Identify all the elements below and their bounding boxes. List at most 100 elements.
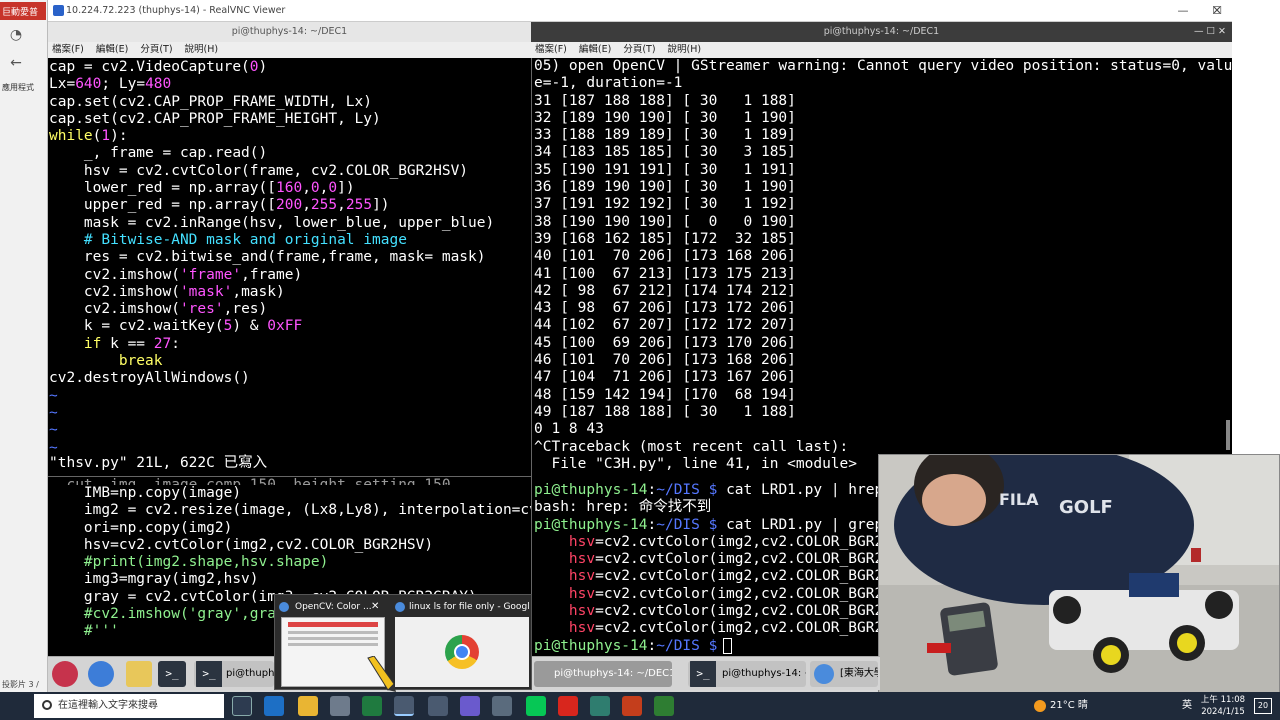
code-token: hsv xyxy=(534,551,596,568)
menu-item[interactable]: 檔案(F) xyxy=(535,44,567,55)
taskbar-terminal-1-label: pi@thuphys xyxy=(226,668,274,679)
taskbar-terminal-3[interactable]: >_ pi@thuphys-14: ~/ xyxy=(688,661,806,687)
code-line: hsv=cv2.cvtColor(img2,cv2.COLOR_BGR2 xyxy=(534,568,879,585)
code-token: _, frame = cap.read() xyxy=(49,145,268,162)
raspberry-menu-icon[interactable] xyxy=(52,661,78,687)
terminal-icon[interactable]: >_ xyxy=(158,661,186,687)
code-line: IMB=np.copy(image) xyxy=(49,485,531,502)
task-view-icon[interactable] xyxy=(232,696,252,716)
left-terminal-title: pi@thuphys-14: ~/DEC1 xyxy=(48,22,531,42)
output-line: 41 [100 67 213] [173 175 213] xyxy=(534,265,796,282)
code-token: ): xyxy=(110,128,128,145)
weather-text[interactable]: 21°C 晴 xyxy=(1050,692,1088,720)
close-button[interactable]: ✕ xyxy=(1200,0,1234,22)
code-line: cap = cv2.VideoCapture(0) xyxy=(49,59,531,76)
vim-status-line: "thsv.py" 21L, 622C 已寫入 xyxy=(49,455,268,471)
code-token: ~ xyxy=(49,422,58,439)
right-terminal-controls[interactable]: — ☐ ✕ xyxy=(1194,22,1226,42)
app-icon-2[interactable] xyxy=(460,696,480,716)
output-line: 33 [188 189 189] [ 30 1 189] xyxy=(534,127,796,144)
pencil-cursor-icon xyxy=(366,655,396,692)
code-line: hsv=cv2.cvtColor(img2,cv2.COLOR_BGR2 xyxy=(534,620,879,637)
code-token: ,frame) xyxy=(241,266,303,283)
menu-item[interactable]: 分頁(T) xyxy=(140,44,172,55)
windows-search-box[interactable]: 在這裡輸入文字來搜尋 xyxy=(34,694,224,718)
menu-item[interactable]: 分頁(T) xyxy=(623,44,655,55)
code-line: img2 = cv2.resize(image, (Lx8,Ly8), inte… xyxy=(49,502,531,519)
code-token: cv2.imshow( xyxy=(49,266,180,283)
taskbar-browser[interactable]: [東海大學 xyxy=(810,661,878,687)
code-token: hsv = cv2.cvtColor(frame, cv2.COLOR_BGR2… xyxy=(49,162,469,179)
code-token: =cv2.cvtColor(img2,cv2.COLOR_BGR2 xyxy=(595,603,879,620)
powerpoint-icon[interactable] xyxy=(622,696,642,716)
minimize-button[interactable]: — xyxy=(1166,0,1200,22)
output-line: 42 [ 98 67 212] [174 174 212] xyxy=(534,282,796,299)
excel-icon[interactable] xyxy=(362,696,382,716)
history-icon[interactable]: ◔ xyxy=(6,27,26,45)
clock[interactable]: 上午 11:08 2024/1/15 xyxy=(1200,694,1246,718)
code-line: hsv=cv2.cvtColor(img2,cv2.COLOR_BGR2 xyxy=(534,586,879,603)
code-line: hsv=cv2.cvtColor(img2,cv2.COLOR_BGR2 xyxy=(534,534,879,551)
code-token: cv2.destroyAllWindows() xyxy=(49,370,250,387)
chrome-2-taskbar-icon[interactable] xyxy=(428,696,448,716)
outlook-icon[interactable] xyxy=(264,696,284,716)
code-line: pi@thuphys-14:~/DIS $ xyxy=(534,638,879,655)
globe-icon[interactable] xyxy=(88,661,114,687)
vnc-title: 10.224.72.223 (thuphys-14) - RealVNC Vie… xyxy=(66,5,286,16)
code-token: ~ xyxy=(49,387,58,404)
ime-indicator[interactable]: 英 xyxy=(1182,692,1192,720)
code-line: hsv = cv2.cvtColor(frame, cv2.COLOR_BGR2… xyxy=(49,163,531,180)
svg-text:GOLF: GOLF xyxy=(1059,497,1113,518)
app-icon-1[interactable] xyxy=(330,696,350,716)
right-terminal-menubar: 檔案(F) 編輯(E) 分頁(T) 說明(H) xyxy=(531,42,1232,58)
line-icon[interactable] xyxy=(526,696,546,716)
code-token: 'frame' xyxy=(179,266,242,283)
code-token: break xyxy=(49,353,163,370)
code-line: hsv=cv2.cvtColor(img2,cv2.COLOR_BGR2HSV) xyxy=(49,537,531,554)
scrollbar-thumb[interactable] xyxy=(1226,420,1230,450)
host-bookmark[interactable]: 應用程式 xyxy=(2,82,46,94)
menu-item[interactable]: 說明(H) xyxy=(668,44,702,55)
back-arrow-icon[interactable]: ← xyxy=(6,55,26,73)
code-token: : xyxy=(647,482,657,498)
right-shell[interactable]: pi@thuphys-14:~/DIS $ cat LRD1.py | hrep… xyxy=(531,476,879,656)
menu-item[interactable]: 編輯(E) xyxy=(96,44,128,55)
chrome-taskbar-icon[interactable] xyxy=(394,696,414,716)
code-token: img3=mgray(img2,hsv) xyxy=(49,571,259,588)
file-explorer-icon[interactable] xyxy=(298,696,318,716)
right-terminal-output[interactable]: 05) open OpenCV | GStreamer warning: Can… xyxy=(531,58,1232,476)
code-token: 480 xyxy=(145,76,172,93)
chrome-icon xyxy=(279,602,289,612)
code-token: : xyxy=(171,335,180,352)
preview-2-thumbnail[interactable] xyxy=(395,617,529,687)
folder-icon[interactable] xyxy=(126,661,152,687)
windows-taskbar: 在這裡輸入文字來搜尋 21°C 晴 英 上午 11:08 2024/1/15 2… xyxy=(0,692,1280,720)
shell-lines: pi@thuphys-14:~/DIS $ cat LRD1.py | hrep… xyxy=(534,482,879,655)
menu-item[interactable]: 檔案(F) xyxy=(52,44,84,55)
taskbar-terminal-1[interactable]: >_ pi@thuphys xyxy=(194,661,274,687)
app-icon-5[interactable] xyxy=(654,696,674,716)
menu-item[interactable]: 編輯(E) xyxy=(579,44,611,55)
clock-date: 2024/1/15 xyxy=(1201,707,1245,717)
vim-editor[interactable]: cap = cv2.VideoCapture(0) Lx=640; Ly=480 c… xyxy=(48,58,531,476)
acrobat-icon[interactable] xyxy=(558,696,578,716)
notification-badge[interactable]: 20 xyxy=(1254,698,1272,714)
app-icon-4[interactable] xyxy=(590,696,610,716)
menu-item[interactable]: 說明(H) xyxy=(185,44,219,55)
code-token: =cv2.cvtColor(img2,cv2.COLOR_BGR2 xyxy=(595,533,879,550)
code-token: 0 xyxy=(310,180,320,197)
chrome-logo-center xyxy=(454,644,470,660)
preview-close-button[interactable]: ✕ xyxy=(371,599,383,615)
code-line: cv2.imshow('res',res) xyxy=(49,301,531,318)
code-token: ]) xyxy=(337,180,355,197)
output-line: 46 [101 70 206] [173 168 206] xyxy=(534,352,796,369)
code-token: 'res' xyxy=(179,301,224,318)
code-token: if xyxy=(49,335,102,352)
host-browser-tab[interactable]: 巨動愛普 xyxy=(0,2,46,20)
taskbar-terminal-2[interactable]: pi@thuphys-14: ~/DEC1 xyxy=(534,661,672,687)
code-token: cap.set(cv2.CAP_PROP_FRAME_HEIGHT, Ly) xyxy=(49,110,381,127)
code-token: , xyxy=(302,197,311,214)
code-token: while xyxy=(49,128,93,145)
preview-2-title[interactable]: linux ls for file only - Google ... xyxy=(395,599,529,615)
app-icon-3[interactable] xyxy=(492,696,512,716)
